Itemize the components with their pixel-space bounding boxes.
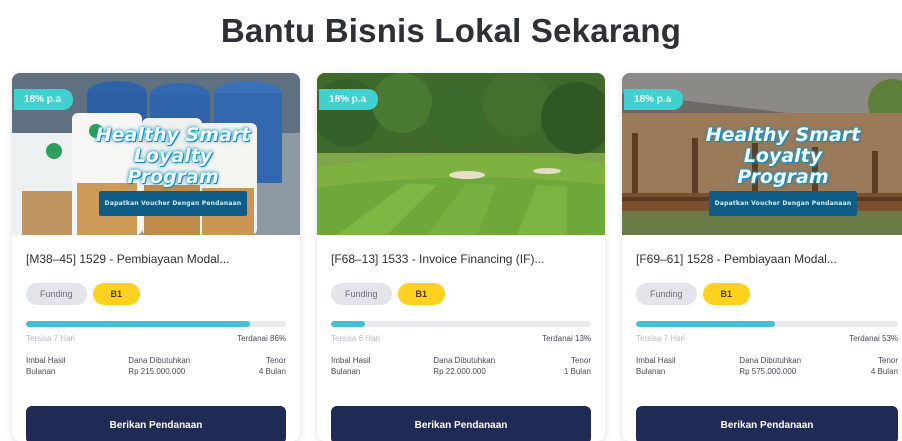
promo-subtitle: Dapatkan Voucher Dengan Pendanaan (708, 191, 858, 216)
tenor-label: Tenor (877, 356, 898, 365)
needed-label: Dana Dibutuhkan (739, 356, 802, 365)
time-left: Tersisa 7 Hari (636, 334, 685, 343)
funded-percent: Terdanai 53% (849, 334, 898, 343)
needed-label: Dana Dibutuhkan (128, 356, 191, 365)
status-badge: Funding (26, 283, 87, 305)
promo-overlay: Healthy Smart Loyalty Program Dapatkan V… (698, 125, 868, 216)
return-value: Bulanan (331, 367, 361, 376)
loan-title[interactable]: [F68–13] 1533 - Invoice Financing (IF)..… (331, 252, 591, 266)
loan-stats: Imbal Hasil Bulanan Dana Dibutuhkan Rp 2… (331, 355, 591, 377)
promo-line2: Loyalty Program (127, 145, 219, 188)
loan-card[interactable]: 18% p.a Healthy Smart Loyalty Program Da… (12, 73, 300, 441)
loan-title[interactable]: [F69–61] 1528 - Pembiayaan Modal... (636, 252, 898, 266)
promo-line2: Loyalty Program (737, 145, 829, 188)
return-label: Imbal Hasil (636, 356, 676, 365)
grade-badge: B1 (92, 283, 141, 305)
needed-label: Dana Dibutuhkan (433, 356, 496, 365)
grade-badge: B1 (702, 283, 751, 305)
tenor-value: 4 Bulan (870, 367, 898, 376)
time-left: Tersisa 6 Hari (331, 334, 380, 343)
interest-rate-badge: 18% p.a (14, 89, 74, 110)
promo-overlay: Healthy Smart Loyalty Program Dapatkan V… (88, 125, 258, 216)
funding-progress-bar (636, 321, 898, 327)
page-title: Bantu Bisnis Lokal Sekarang (220, 12, 682, 49)
promo-line1: Healthy Smart (95, 124, 251, 146)
interest-rate-badge: 18% p.a (319, 89, 379, 110)
return-label: Imbal Hasil (331, 356, 371, 365)
promo-subtitle: Dapatkan Voucher Dengan Pendanaan (98, 191, 248, 216)
loan-card[interactable]: 18% p.a [F68–13] 1533 - Invoice Financin… (317, 73, 605, 441)
status-badge: Funding (331, 283, 392, 305)
needed-value: Rp 22.000.000 (433, 367, 486, 376)
funding-progress-bar (26, 321, 286, 327)
tenor-value: 4 Bulan (258, 367, 286, 376)
card-image: 18% p.a (317, 73, 605, 235)
progress-fill (26, 321, 250, 327)
progress-fill (636, 321, 775, 327)
promo-line1: Healthy Smart (705, 124, 861, 146)
funding-progress-bar (331, 321, 591, 327)
needed-value: Rp 575.000.000 (739, 367, 797, 376)
fund-button[interactable]: Berikan Pendanaan (636, 406, 898, 441)
loan-stats: Imbal Hasil Bulanan Dana Dibutuhkan Rp 5… (636, 355, 898, 377)
return-label: Imbal Hasil (26, 356, 66, 365)
interest-rate-badge: 18% p.a (624, 89, 684, 110)
grade-badge: B1 (397, 283, 446, 305)
tenor-value: 1 Bulan (563, 367, 591, 376)
loan-card[interactable]: 18% p.a Healthy Smart Loyalty Program Da… (622, 73, 902, 441)
funded-percent: Terdanai 13% (542, 334, 591, 343)
needed-value: Rp 215.000.000 (128, 367, 186, 376)
tenor-label: Tenor (570, 356, 591, 365)
time-left: Tersisa 7 Hari (26, 334, 75, 343)
page: Bantu Bisnis Lokal Sekarang 18% p.a Heal… (0, 0, 902, 441)
fund-button[interactable]: Berikan Pendanaan (26, 406, 286, 441)
tenor-label: Tenor (265, 356, 286, 365)
fund-button[interactable]: Berikan Pendanaan (331, 406, 591, 441)
return-value: Bulanan (26, 367, 56, 376)
card-image: 18% p.a Healthy Smart Loyalty Program Da… (622, 73, 902, 235)
status-badge: Funding (636, 283, 697, 305)
funded-percent: Terdanai 86% (237, 334, 286, 343)
loan-stats: Imbal Hasil Bulanan Dana Dibutuhkan Rp 2… (26, 355, 286, 377)
loan-title[interactable]: [M38–45] 1529 - Pembiayaan Modal... (26, 252, 286, 266)
card-image: 18% p.a Healthy Smart Loyalty Program Da… (12, 73, 300, 235)
return-value: Bulanan (636, 367, 666, 376)
progress-fill (331, 321, 365, 327)
